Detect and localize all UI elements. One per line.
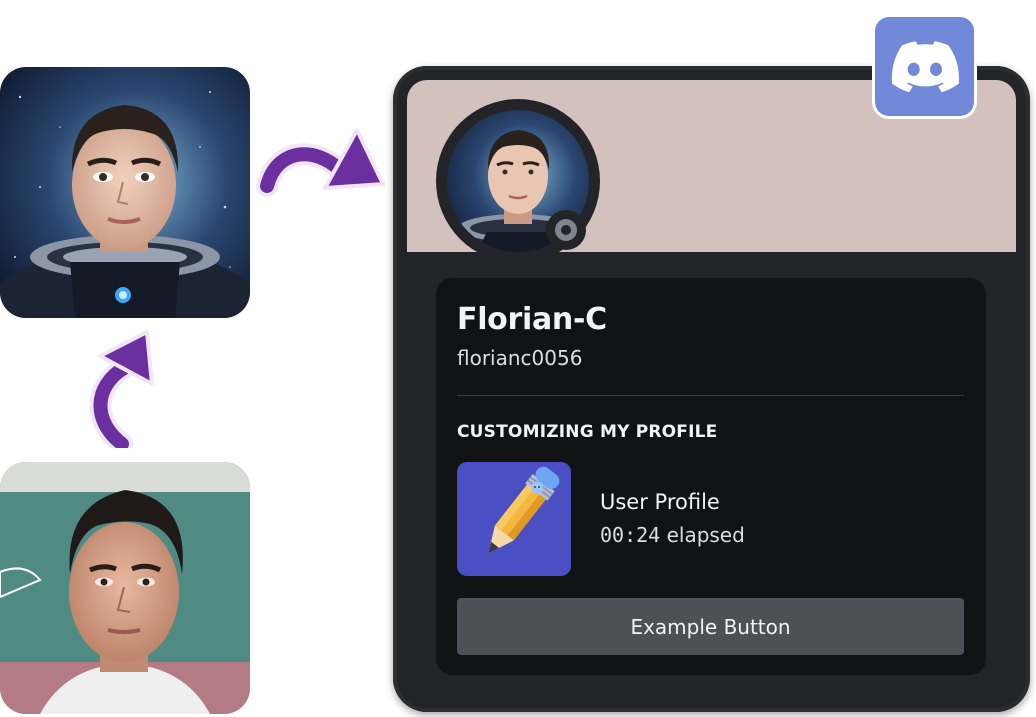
curved-arrow-right-icon [255, 118, 390, 207]
pencil-icon [457, 462, 571, 576]
activity-name: User Profile [600, 490, 720, 514]
profile-body: Florian-C florianc0056 CUSTOMIZING MY PR… [436, 278, 986, 675]
discord-logo-icon [875, 17, 974, 116]
activity-elapsed: 00:24 elapsed [600, 523, 745, 547]
generated-avatar-image [0, 67, 250, 318]
username: florianc0056 [457, 346, 583, 370]
original-selfie-photo [0, 462, 250, 714]
activity-section-title: CUSTOMIZING MY PROFILE [457, 422, 718, 442]
elapsed-time: 00:24 [600, 523, 661, 547]
stage: Florian-C florianc0056 CUSTOMIZING MY PR… [0, 0, 1036, 717]
display-name: Florian-C [457, 302, 607, 337]
curved-arrow-up-icon [72, 326, 167, 455]
elapsed-suffix: elapsed [660, 523, 745, 547]
offline-status-icon [555, 219, 577, 241]
example-button[interactable]: Example Button [457, 598, 964, 655]
divider [457, 395, 964, 396]
profile-card: Florian-C florianc0056 CUSTOMIZING MY PR… [393, 66, 1030, 712]
